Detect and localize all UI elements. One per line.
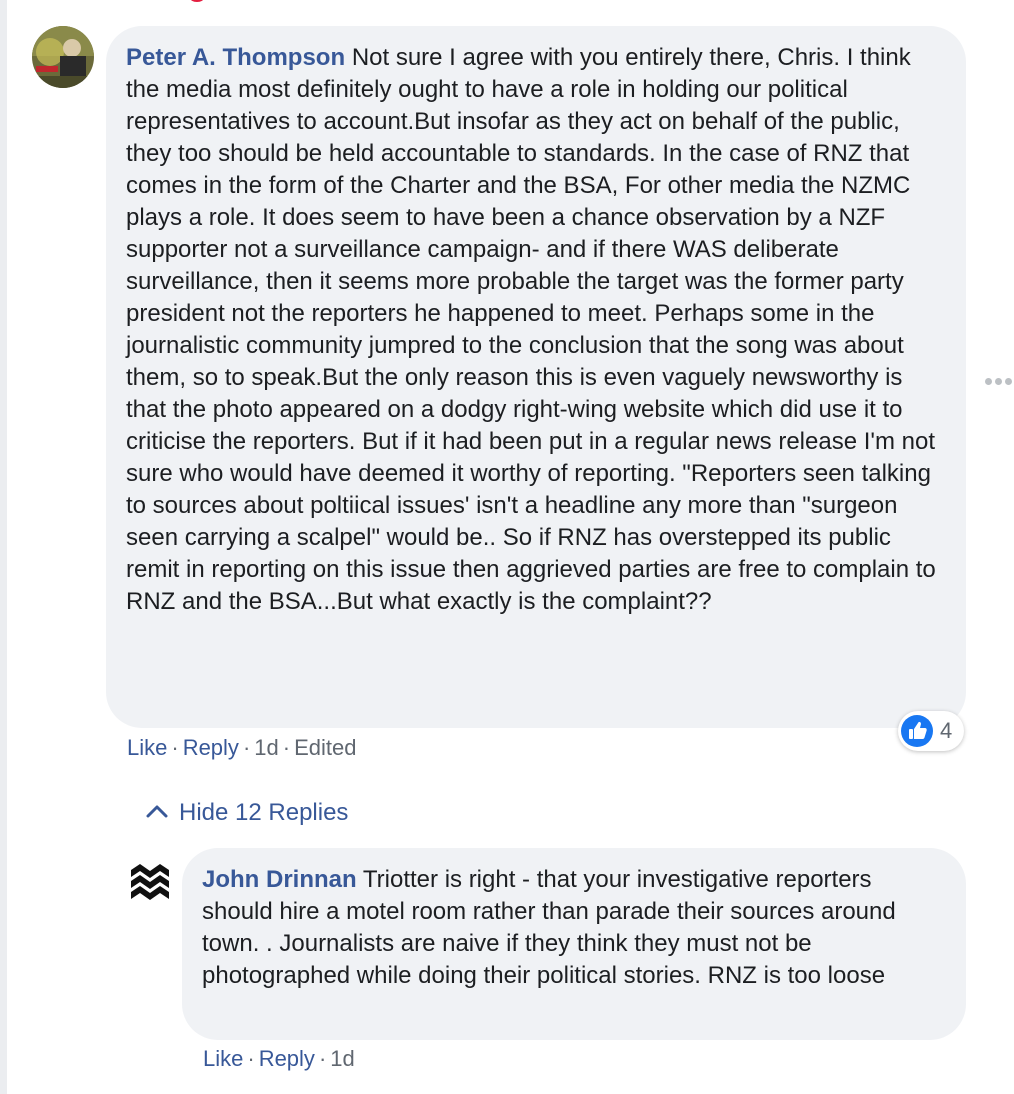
- partial-reaction-icon: [190, 0, 204, 2]
- comment-actions: Like · Reply · 1d · Edited: [127, 734, 356, 762]
- avatar-john-drinnan[interactable]: [128, 862, 172, 902]
- comment-text: Not sure I agree with you entirely there…: [126, 44, 936, 615]
- reply-author-link[interactable]: John Drinnan: [202, 866, 357, 893]
- separator: ·: [247, 1046, 255, 1071]
- reply-button[interactable]: Reply: [259, 1046, 315, 1071]
- hide-replies-button[interactable]: Hide 12 Replies: [145, 798, 348, 828]
- comment-bubble: Peter A. Thompson Not sure I agree with …: [106, 26, 966, 728]
- edited-label[interactable]: Edited: [294, 735, 356, 760]
- more-options-icon[interactable]: [984, 374, 1014, 390]
- like-button[interactable]: Like: [203, 1046, 243, 1071]
- like-button[interactable]: Like: [127, 735, 167, 760]
- comment-author-link[interactable]: Peter A. Thompson: [126, 44, 345, 71]
- reply-timestamp[interactable]: 1d: [330, 1046, 354, 1071]
- separator: ·: [318, 1046, 327, 1071]
- reaction-summary[interactable]: 4: [898, 711, 964, 751]
- thread-left-rule: [0, 0, 7, 1094]
- separator: ·: [171, 735, 179, 760]
- comment-timestamp[interactable]: 1d: [254, 735, 278, 760]
- avatar-peter-thompson[interactable]: [32, 26, 94, 88]
- separator: ·: [282, 735, 291, 760]
- hide-replies-label: Hide 12 Replies: [179, 799, 349, 826]
- reply-bubble: John Drinnan Triotter is right - that yo…: [182, 848, 966, 1040]
- separator: ·: [242, 735, 251, 760]
- thumbs-up-icon: [901, 715, 933, 747]
- reaction-count: 4: [940, 718, 953, 743]
- chevron-up-icon: [145, 799, 169, 819]
- reply-button[interactable]: Reply: [183, 735, 239, 760]
- reply-actions: Like · Reply · 1d: [203, 1045, 355, 1073]
